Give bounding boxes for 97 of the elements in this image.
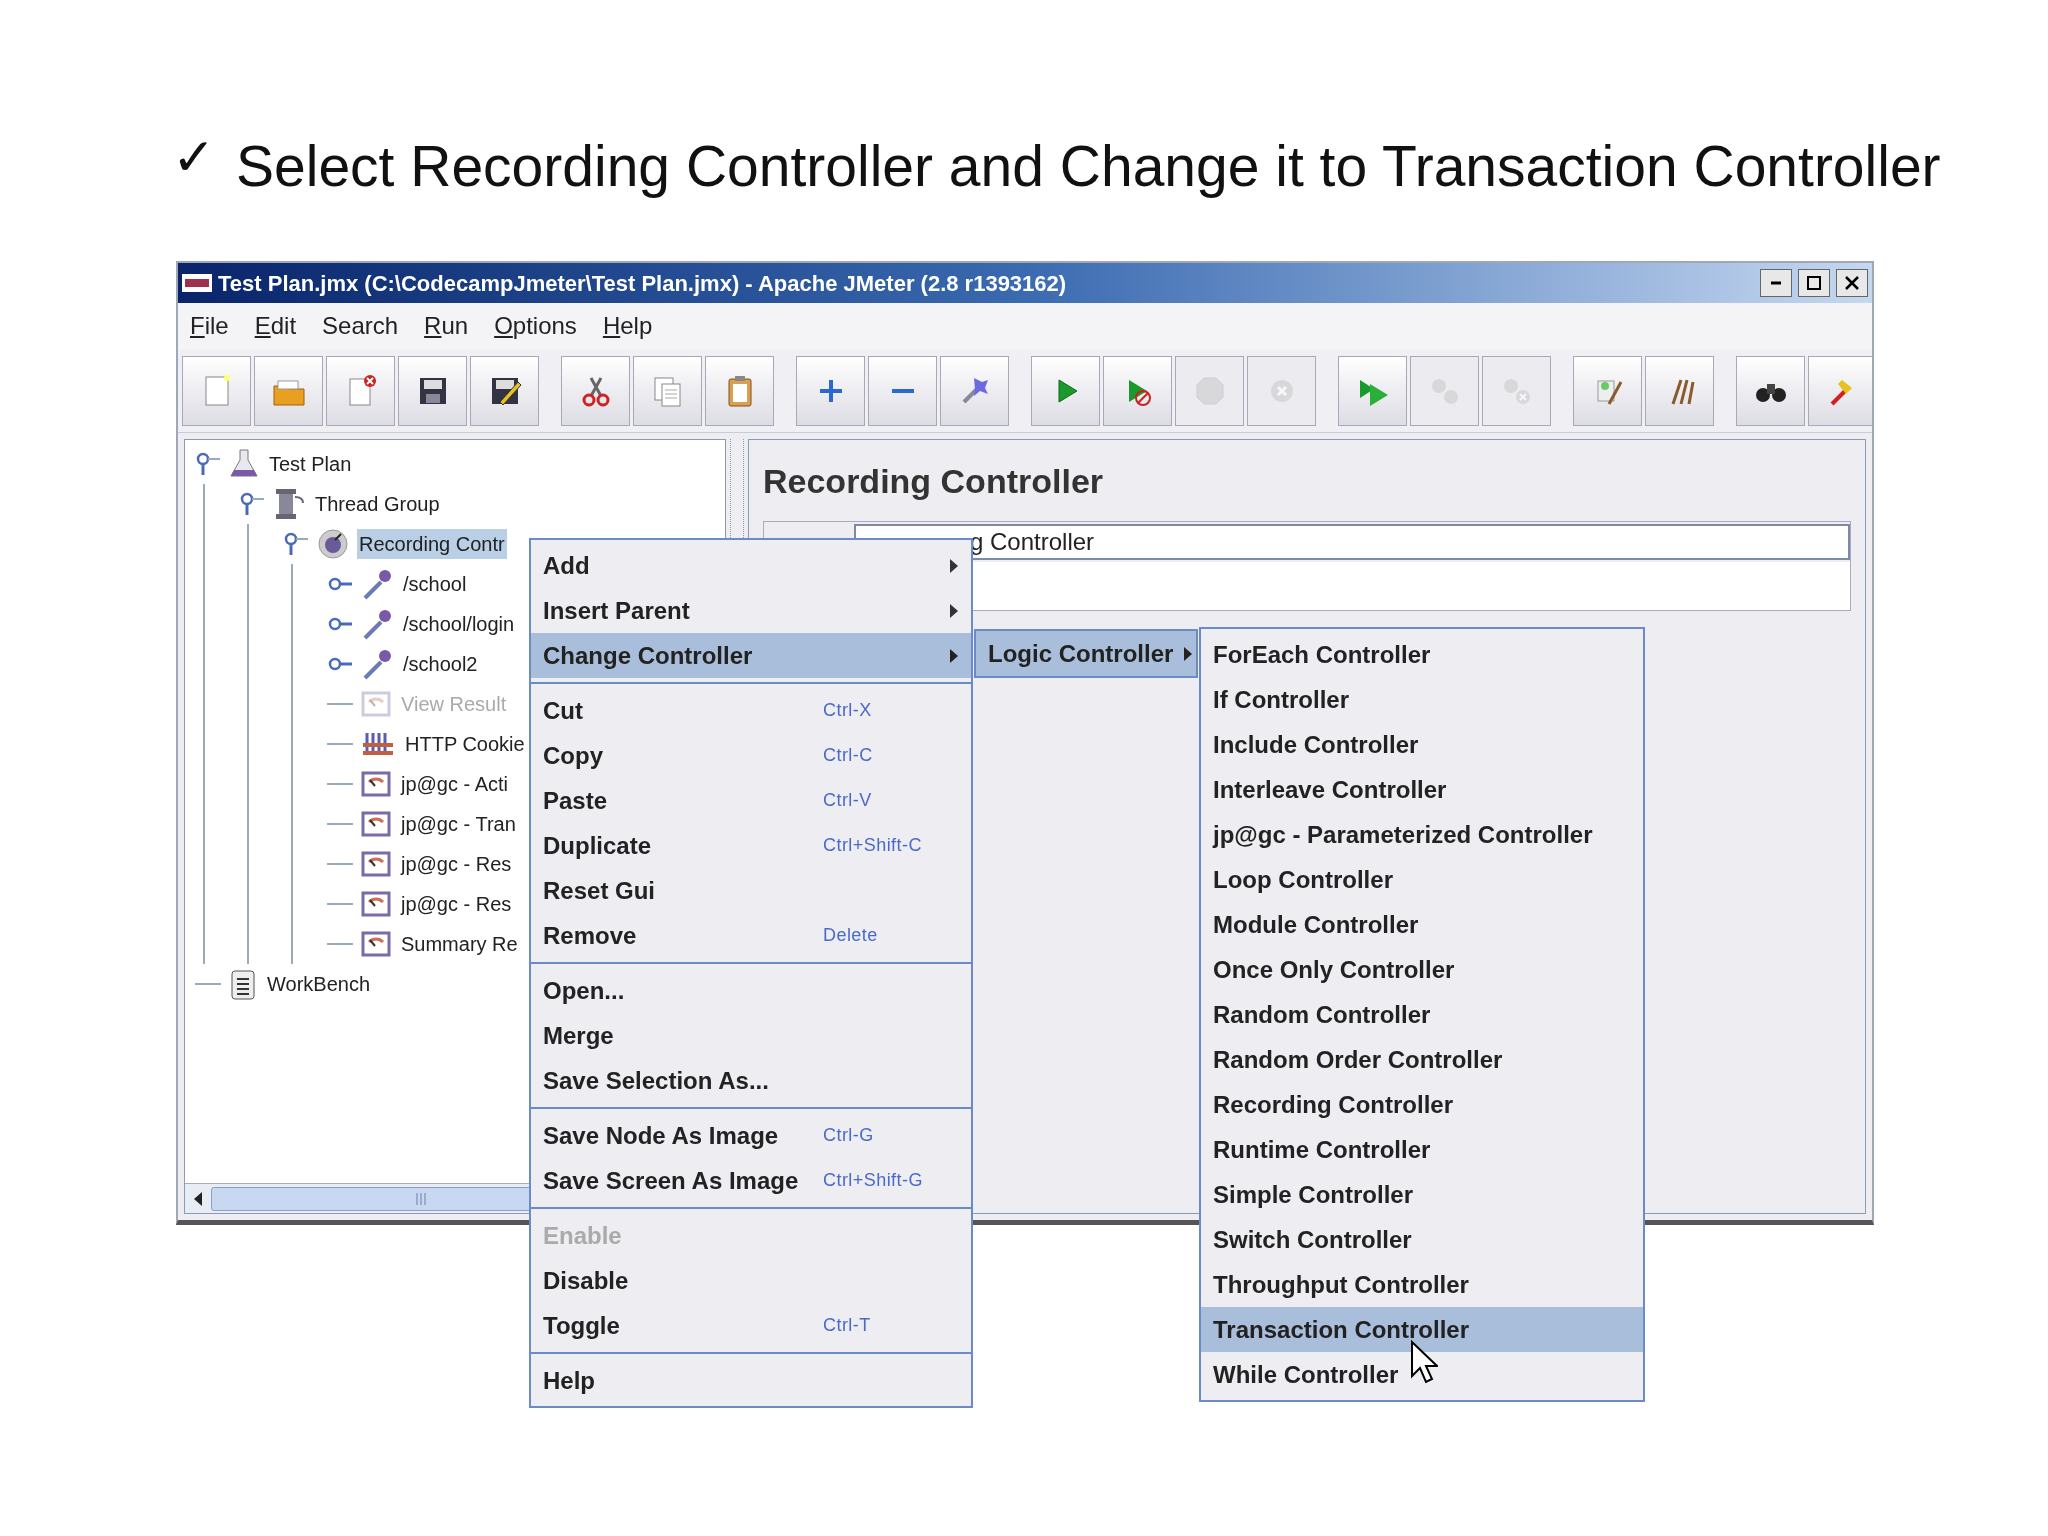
checklist-icon xyxy=(229,967,257,1001)
menu-item[interactable]: Random Order Controller xyxy=(1201,1037,1643,1082)
maximize-button[interactable] xyxy=(1798,269,1830,297)
tree-item[interactable]: Thread Group xyxy=(313,489,442,519)
caret-icon xyxy=(949,557,959,574)
caret-icon xyxy=(949,647,959,664)
menu-item[interactable]: Reset Gui xyxy=(531,868,971,913)
menu-item[interactable]: Save Node As Image Ctrl-G xyxy=(531,1113,971,1158)
menu-item[interactable]: Merge xyxy=(531,1013,971,1058)
app-icon xyxy=(182,274,212,292)
menu-item[interactable]: While Controller xyxy=(1201,1352,1643,1397)
menu-bar-item[interactable]: File xyxy=(190,308,229,344)
tree-item[interactable]: jp@gc - Tran xyxy=(399,809,518,839)
spool-icon xyxy=(273,487,305,521)
menu-item[interactable]: Open... xyxy=(531,968,971,1013)
menu-item[interactable]: Loop Controller xyxy=(1201,857,1643,902)
menu-item[interactable]: Simple Controller xyxy=(1201,1172,1643,1217)
menu-item[interactable]: Insert Parent xyxy=(531,588,971,633)
menu-item[interactable]: Disable xyxy=(531,1258,971,1303)
tree-item[interactable]: Test Plan xyxy=(267,449,354,479)
menu-item[interactable]: Copy Ctrl-C xyxy=(531,733,971,778)
menu-item[interactable]: Help xyxy=(531,1358,971,1403)
menu-item[interactable]: Cut Ctrl-X xyxy=(531,688,971,733)
caret-icon xyxy=(949,602,959,619)
close-button[interactable] xyxy=(1836,269,1868,297)
menu-item[interactable]: Random Controller xyxy=(1201,992,1643,1037)
tree-item[interactable]: HTTP Cookie xyxy=(403,729,527,759)
mouse-cursor-icon xyxy=(1410,1340,1438,1384)
menu-bar-item[interactable]: Options xyxy=(494,308,577,344)
shortcut-label: Ctrl-G xyxy=(823,1124,874,1147)
expanded-handle-icon[interactable] xyxy=(195,451,221,477)
menu-bar-item[interactable]: Search xyxy=(322,308,399,344)
slide-heading: Select Recording Controller and Change it to Transaction Controller xyxy=(236,133,1941,201)
tree-item[interactable]: Recording Contr xyxy=(357,529,507,559)
shortcut-label: Ctrl+Shift-G xyxy=(823,1169,923,1192)
menu-item[interactable]: Module Controller xyxy=(1201,902,1643,947)
shortcut-label: Delete xyxy=(823,924,878,947)
tree-item[interactable]: jp@gc - Acti xyxy=(399,769,510,799)
flask-icon xyxy=(229,448,259,480)
toolbar-button[interactable] xyxy=(470,355,539,426)
minus-icon xyxy=(890,387,915,394)
pipette-icon xyxy=(361,608,393,640)
tree-item[interactable]: WorkBench xyxy=(265,969,372,999)
menu-item[interactable]: ForEach Controller xyxy=(1201,632,1643,677)
menu-item[interactable]: If Controller xyxy=(1201,677,1643,722)
shortcut-label: Ctrl-V xyxy=(823,789,872,812)
menu-item[interactable]: Include Controller xyxy=(1201,722,1643,767)
tree-item[interactable]: jp@gc - Res xyxy=(399,849,514,879)
graph-window-icon xyxy=(361,850,391,878)
menu-item[interactable]: Duplicate Ctrl+Shift-C xyxy=(531,823,971,868)
menu-item[interactable]: jp@gc - Parameterized Controller xyxy=(1201,812,1643,857)
maximize-icon xyxy=(1806,275,1822,291)
menu-item[interactable]: Remove Delete xyxy=(531,913,971,958)
menu-item[interactable]: Throughput Controller xyxy=(1201,1262,1643,1307)
close-icon xyxy=(1844,275,1860,291)
grip-icon xyxy=(415,1191,427,1206)
pipette-icon xyxy=(361,568,393,600)
shortcut-label: Ctrl-T xyxy=(823,1314,871,1337)
toolbar-button[interactable] xyxy=(1736,355,1805,426)
menu-item[interactable]: Once Only Controller xyxy=(1201,947,1643,992)
menu-bar-item[interactable]: Run xyxy=(424,308,469,344)
graph-window-icon xyxy=(361,930,391,958)
shortcut-label: Ctrl-X xyxy=(823,699,872,722)
menu-item[interactable]: Logic Controller xyxy=(976,631,1196,676)
shortcut-label: Ctrl-C xyxy=(823,744,873,767)
menu-item[interactable]: Toggle Ctrl-T xyxy=(531,1303,971,1348)
menu-item[interactable]: Save Selection As... xyxy=(531,1058,971,1103)
menu-item[interactable]: Change Controller xyxy=(531,633,971,678)
minimize-icon xyxy=(1768,281,1784,285)
graph-window-icon xyxy=(361,890,391,918)
menu-item[interactable]: Switch Controller xyxy=(1201,1217,1643,1262)
shortcut-label: Ctrl+Shift-C xyxy=(823,834,922,857)
graph-window-icon xyxy=(361,770,391,798)
menu-item[interactable]: Runtime Controller xyxy=(1201,1127,1643,1172)
menu-bar-item[interactable]: Edit xyxy=(254,308,297,344)
expanded-handle-icon[interactable] xyxy=(283,531,309,557)
window-title: Test Plan.jmx (C:\CodecampJmeter\Test Plan.jmx) - Apache JMeter (2.8 r1393162) xyxy=(218,269,1068,298)
menu-item[interactable]: Paste Ctrl-V xyxy=(531,778,971,823)
toolbar-button[interactable] xyxy=(398,355,467,426)
menu-bar-item[interactable]: Help xyxy=(602,308,653,344)
menu-item[interactable]: Transaction Controller xyxy=(1201,1307,1643,1352)
check-mark: ✓ xyxy=(172,127,216,188)
graph-window-icon xyxy=(361,690,391,718)
tree-item[interactable]: jp@gc - Res xyxy=(399,889,514,919)
caret-icon xyxy=(1183,645,1194,662)
tree-item[interactable]: /school xyxy=(401,569,469,599)
editor-title: Recording Controller xyxy=(763,461,1105,502)
menu-item[interactable]: Save Screen As Image Ctrl+Shift-G xyxy=(531,1158,971,1203)
tree-item[interactable]: /school2 xyxy=(401,649,480,679)
menu-item[interactable]: Recording Controller xyxy=(1201,1082,1643,1127)
graph-window-icon xyxy=(361,810,391,838)
expanded-handle-icon[interactable] xyxy=(239,491,265,517)
menu-item[interactable]: Interleave Controller xyxy=(1201,767,1643,812)
tree-item[interactable]: /school/login xyxy=(401,609,517,639)
tree-item[interactable]: Summary Re xyxy=(399,929,520,959)
pipette-icon xyxy=(361,648,393,680)
minimize-button[interactable] xyxy=(1760,269,1792,297)
